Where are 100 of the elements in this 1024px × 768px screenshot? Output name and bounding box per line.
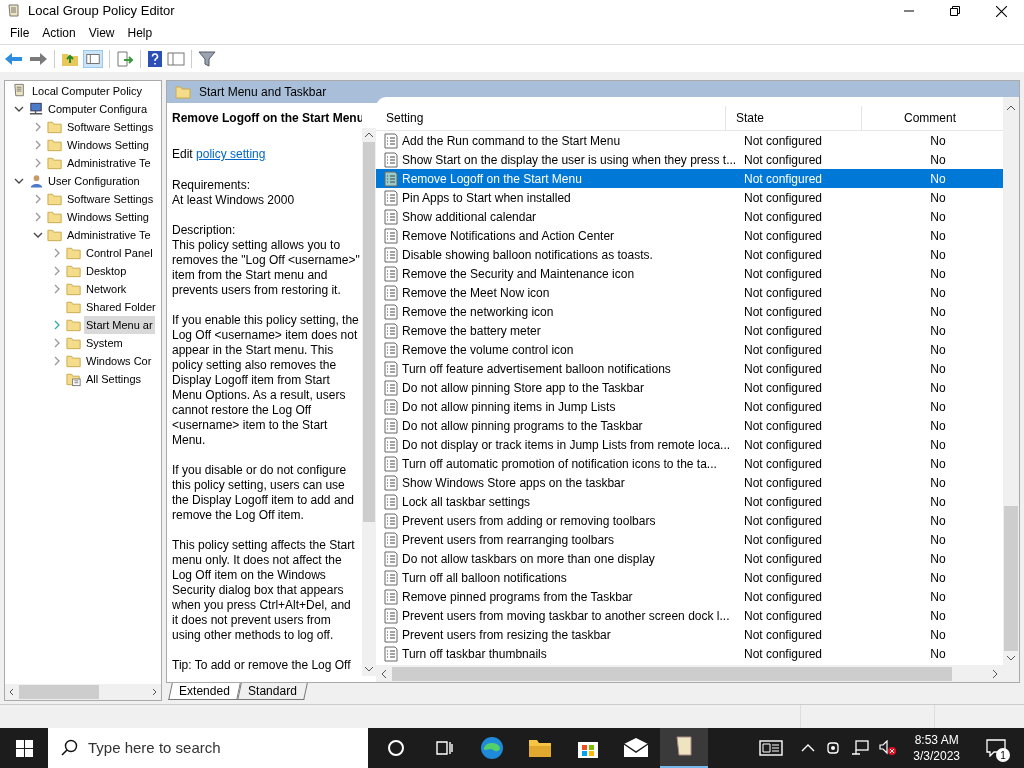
table-row[interactable]: Do not allow taskbars on more than one display Not configured No xyxy=(376,549,1003,568)
scrollbar-thumb[interactable] xyxy=(1004,506,1018,651)
scrollbar-thumb[interactable] xyxy=(363,142,375,522)
tree-item[interactable]: Local Computer Policy xyxy=(30,82,145,100)
network-icon[interactable] xyxy=(851,740,870,756)
state-cell-text: Not configured xyxy=(743,569,824,587)
folder-icon xyxy=(47,155,64,171)
search-input[interactable]: Type here to search xyxy=(88,736,368,760)
table-row[interactable]: Add the Run command to the Start Menu Not configured No xyxy=(376,131,1003,150)
policy-setting-link[interactable]: policy setting xyxy=(196,147,266,161)
news-icon[interactable] xyxy=(759,740,784,756)
folder-icon xyxy=(66,245,83,261)
tree-item[interactable]: Administrative Te xyxy=(65,226,153,244)
tree-item[interactable]: Start Menu ar xyxy=(84,316,155,334)
windows-logo-icon[interactable] xyxy=(15,739,33,757)
tree-item[interactable]: Computer Configura xyxy=(46,100,150,118)
scroll-icon xyxy=(6,3,22,19)
taskbar-search-field[interactable]: Type here to search xyxy=(48,728,368,768)
menu-item[interactable]: View xyxy=(82,24,121,42)
folder-icon xyxy=(47,191,64,207)
table-row[interactable]: Show Windows Store apps on the taskbar Not configured No xyxy=(376,473,1003,492)
help-icon[interactable] xyxy=(147,50,163,67)
table-row[interactable]: Show additional calendar Not configured No xyxy=(376,207,1003,226)
export-list-icon[interactable] xyxy=(116,50,134,67)
column-header[interactable]: State xyxy=(726,106,862,130)
state-cell-text: Not configured xyxy=(743,550,824,568)
folder-icon xyxy=(66,353,83,369)
table-row[interactable]: Remove Notifications and Action Center Not configured No xyxy=(376,226,1003,245)
tree-item[interactable]: Control Panel xyxy=(84,244,155,262)
table-row[interactable]: Prevent users from moving taskbar to another screen dock l... Not configured No xyxy=(376,606,1003,625)
scrollbar-thumb[interactable] xyxy=(392,666,952,681)
filter-icon[interactable] xyxy=(198,50,216,67)
table-row[interactable]: Do not allow pinning programs to the Taskbar Not configured No xyxy=(376,416,1003,435)
setting-name: Add the Run command to the Start Menu xyxy=(401,132,622,150)
view-tab[interactable]: Standard xyxy=(236,683,308,700)
tree-item[interactable]: User Configuration xyxy=(46,172,142,190)
table-row[interactable]: Turn off all balloon notifications Not configured No xyxy=(376,568,1003,587)
state-cell-text: Not configured xyxy=(743,588,824,606)
tree-item[interactable]: Shared Folder xyxy=(84,298,158,316)
restore-icon[interactable] xyxy=(950,6,960,16)
column-header[interactable]: Comment xyxy=(862,106,998,130)
setting-name: Lock all taskbar settings xyxy=(401,493,532,511)
policy-icon xyxy=(384,322,398,339)
table-row[interactable]: Prevent users from adding or removing toolbars Not configured No xyxy=(376,511,1003,530)
table-row[interactable]: Remove pinned programs from the Taskbar Not configured No xyxy=(376,587,1003,606)
table-row[interactable]: Pin Apps to Start when installed Not configured No xyxy=(376,188,1003,207)
table-row[interactable]: Do not display or track items in Jump Lists from remote loca... Not configured No xyxy=(376,435,1003,454)
table-row[interactable]: Show Start on the display the user is using when they press t... Not configured No xyxy=(376,150,1003,169)
pane-toggle-icon[interactable] xyxy=(83,49,103,68)
menu-item[interactable]: Action xyxy=(36,24,82,42)
table-row[interactable]: Remove the networking icon Not configured No xyxy=(376,302,1003,321)
forward-icon[interactable] xyxy=(28,50,48,67)
tree-item[interactable]: Software Settings xyxy=(65,118,156,136)
policy-editor-taskbar-icon[interactable] xyxy=(660,728,708,768)
setting-name: Do not allow pinning Store app to the Taskbar xyxy=(401,379,645,397)
table-row[interactable]: Prevent users from rearranging toolbars Not configured No xyxy=(376,530,1003,549)
table-row[interactable]: Turn off automatic promotion of notification icons to the ta... Not configured No xyxy=(376,454,1003,473)
tree-item[interactable]: Administrative Te xyxy=(65,154,153,172)
menu-item[interactable]: Help xyxy=(121,24,159,42)
comment-cell-text: No xyxy=(929,588,947,606)
table-row[interactable]: Prevent users from resizing the taskbar Not configured No xyxy=(376,625,1003,644)
chevron-up-icon[interactable] xyxy=(801,743,816,753)
comment-cell-text: No xyxy=(929,493,947,511)
scrollbar-thumb[interactable] xyxy=(19,685,99,699)
table-row[interactable]: Disable showing balloon notifications as toasts. Not configured No xyxy=(376,245,1003,264)
table-row[interactable]: Remove Logoff on the Start Menu Not configured No xyxy=(376,169,1003,188)
table-row[interactable]: Do not allow pinning Store app to the Taskbar Not configured No xyxy=(376,378,1003,397)
notification-icon[interactable] xyxy=(986,739,1006,757)
state-cell-text: Not configured xyxy=(743,626,824,644)
table-row[interactable]: Lock all taskbar settings Not configured No xyxy=(376,492,1003,511)
setting-name: Do not allow pinning programs to the Taskbar xyxy=(401,417,644,435)
description-text: Tip: To add or remove the Log Off xyxy=(172,658,352,673)
menu-item[interactable]: File xyxy=(4,24,36,42)
view-tab[interactable]: Extended xyxy=(168,683,241,700)
policy-icon xyxy=(384,626,398,643)
table-row[interactable]: Remove the Meet Now icon Not configured No xyxy=(376,283,1003,302)
table-row[interactable]: Remove the Security and Maintenance icon Not configured No xyxy=(376,264,1003,283)
setting-name: Turn off taskbar thumbnails xyxy=(401,645,548,663)
tree-item[interactable]: Desktop xyxy=(84,262,129,280)
tree-item[interactable]: All Settings xyxy=(84,370,144,388)
muted-speaker-icon[interactable] xyxy=(879,740,898,756)
search-icon xyxy=(60,739,78,757)
back-icon[interactable] xyxy=(4,50,24,67)
close-icon[interactable] xyxy=(995,5,1007,17)
state-cell-text: Not configured xyxy=(743,360,824,378)
table-row[interactable]: Remove the battery meter Not configured No xyxy=(376,321,1003,340)
camera-icon[interactable] xyxy=(825,740,842,756)
column-header[interactable]: Setting xyxy=(376,106,726,130)
tree-item[interactable]: Windows Setting xyxy=(65,208,151,226)
table-row[interactable]: Turn off taskbar thumbnails Not configured No xyxy=(376,644,1003,663)
tree-item[interactable]: Network xyxy=(84,280,129,298)
tree-item[interactable]: Windows Setting xyxy=(65,136,151,154)
table-row[interactable]: Do not allow pinning items in Jump Lists Not configured No xyxy=(376,397,1003,416)
policy-icon xyxy=(384,360,398,377)
tree-item[interactable]: Windows Cor xyxy=(84,352,154,370)
table-row[interactable]: Turn off feature advertisement balloon notifications Not configured No xyxy=(376,359,1003,378)
tree-item[interactable]: Software Settings xyxy=(65,190,156,208)
table-row[interactable]: Remove the volume control icon Not configured No xyxy=(376,340,1003,359)
tree-item[interactable]: System xyxy=(84,334,125,352)
policy-icon xyxy=(384,246,398,263)
